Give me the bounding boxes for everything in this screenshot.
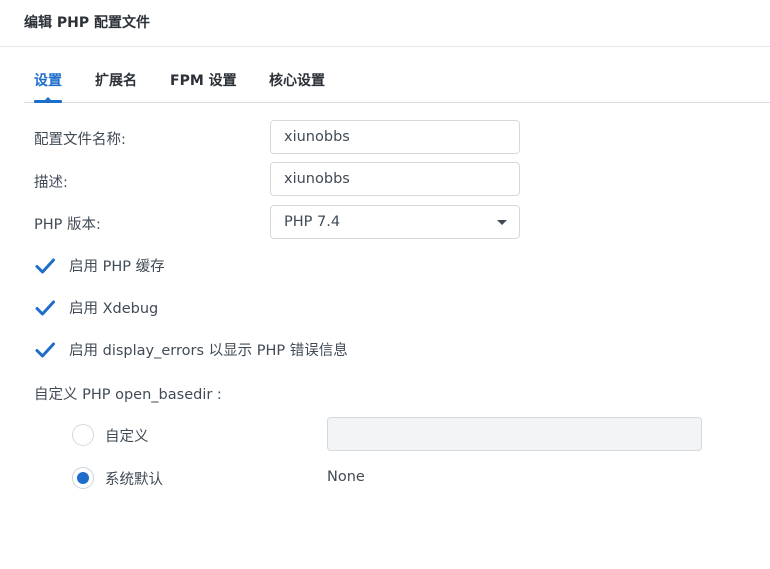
radio-custom-label: 自定义 bbox=[105, 429, 149, 445]
enable-display-errors-label: 启用 display_errors 以显示 PHP 错误信息 bbox=[69, 343, 348, 359]
custom-basedir-input[interactable] bbox=[327, 417, 702, 451]
dialog-header: 编辑 PHP 配置文件 bbox=[0, 0, 770, 47]
dialog-title: 编辑 PHP 配置文件 bbox=[24, 15, 150, 31]
radio-system-default-ring bbox=[72, 467, 94, 489]
description-input[interactable]: xiunobbs bbox=[270, 162, 520, 196]
active-tab-notch bbox=[44, 97, 52, 101]
tab-extensions-label: 扩展名 bbox=[95, 73, 137, 89]
description-label: 描述: bbox=[34, 175, 68, 191]
profile-name-label: 配置文件名称: bbox=[34, 132, 126, 148]
enable-xdebug-label: 启用 Xdebug bbox=[69, 301, 159, 317]
checkmark-icon bbox=[35, 258, 55, 274]
php-version-label: PHP 版本: bbox=[34, 217, 101, 233]
tab-fpm-settings-label: FPM 设置 bbox=[170, 73, 237, 89]
radio-system-default-label: 系统默认 bbox=[105, 472, 163, 488]
enable-php-cache-label: 启用 PHP 缓存 bbox=[69, 259, 165, 275]
tab-settings[interactable]: 设置 bbox=[34, 70, 62, 103]
tab-core-settings[interactable]: 核心设置 bbox=[269, 70, 325, 90]
tab-core-settings-label: 核心设置 bbox=[269, 73, 325, 89]
system-default-value: None bbox=[327, 469, 365, 485]
tab-settings-label: 设置 bbox=[34, 73, 62, 89]
php-version-value: PHP 7.4 bbox=[284, 214, 341, 230]
profile-name-input[interactable]: xiunobbs bbox=[270, 120, 520, 154]
php-version-select[interactable]: PHP 7.4 bbox=[270, 205, 520, 239]
open-basedir-label: 自定义 PHP open_basedir : bbox=[34, 387, 222, 403]
checkmark-icon bbox=[35, 300, 55, 316]
caret-down-icon bbox=[497, 220, 507, 225]
tab-bar: 设置 扩展名 FPM 设置 核心设置 bbox=[24, 70, 770, 104]
tab-fpm-settings[interactable]: FPM 设置 bbox=[170, 70, 237, 90]
tab-divider bbox=[24, 102, 770, 103]
tab-extensions[interactable]: 扩展名 bbox=[95, 70, 137, 90]
radio-custom-ring bbox=[72, 424, 94, 446]
checkmark-icon bbox=[35, 342, 55, 358]
